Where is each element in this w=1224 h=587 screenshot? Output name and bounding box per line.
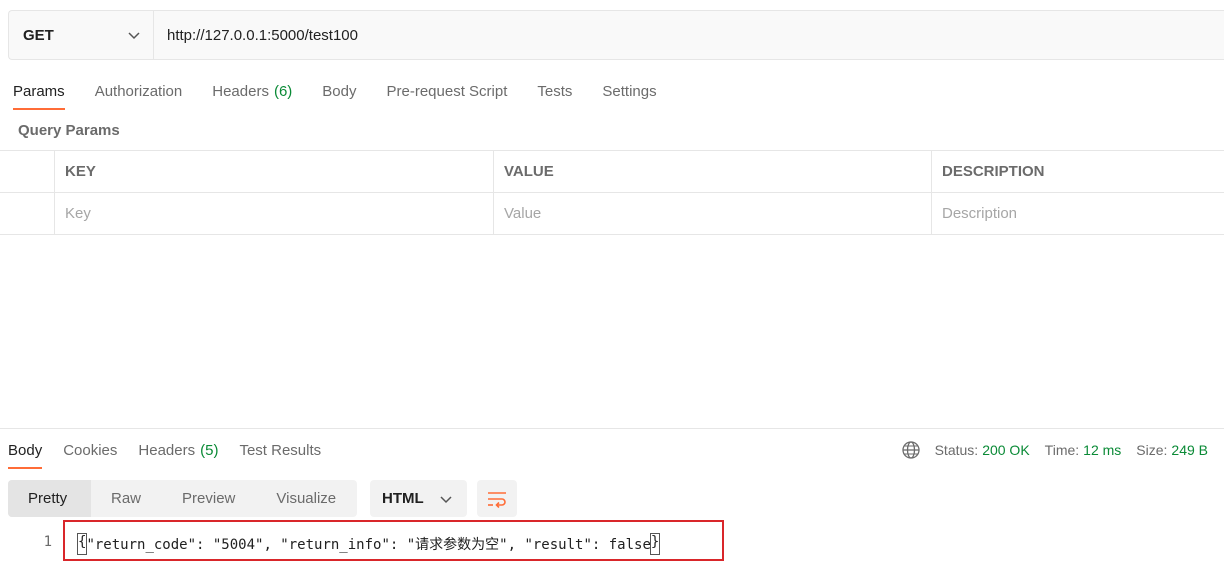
status-value[interactable]: 200 OK — [982, 442, 1029, 458]
tab-label: Body — [8, 441, 43, 459]
format-select[interactable]: HTML — [370, 480, 467, 517]
tab-label: Pre-request Script — [386, 82, 508, 100]
response-status-bar: Status: 200 OK Time: 12 ms Size: 249 B — [901, 440, 1208, 460]
headers-count: (6) — [273, 82, 293, 100]
globe-icon[interactable] — [901, 440, 921, 460]
size-label: Size: — [1136, 442, 1168, 458]
request-url-bar: GET http://127.0.0.1:5000/test100 — [8, 10, 1224, 60]
resp-tab-headers[interactable]: Headers (5) — [138, 431, 218, 469]
tab-tests[interactable]: Tests — [537, 72, 572, 110]
header-key: KEY — [54, 151, 493, 192]
chevron-down-icon — [440, 495, 452, 503]
tab-label: Test Results — [239, 441, 322, 459]
tab-label: Params — [13, 82, 65, 100]
open-brace: { — [76, 533, 88, 555]
tab-pre-request-script[interactable]: Pre-request Script — [387, 72, 508, 110]
wrap-lines-button[interactable] — [477, 480, 517, 517]
view-visualize-button[interactable]: Visualize — [256, 480, 357, 517]
view-raw-button[interactable]: Raw — [91, 480, 162, 517]
tab-label: Tests — [537, 82, 573, 100]
url-input[interactable]: http://127.0.0.1:5000/test100 — [154, 11, 1224, 59]
tab-settings[interactable]: Settings — [602, 72, 656, 110]
tab-authorization[interactable]: Authorization — [95, 72, 183, 110]
wrap-lines-icon — [488, 491, 506, 508]
resp-tab-body[interactable]: Body — [8, 431, 43, 469]
tab-label: Cookies — [63, 441, 118, 459]
tab-headers[interactable]: Headers (6) — [212, 72, 292, 110]
description-input[interactable]: Description — [931, 193, 1224, 234]
tab-label: Settings — [602, 82, 657, 100]
format-label: HTML — [382, 490, 424, 507]
view-pretty-button[interactable]: Pretty — [8, 480, 91, 517]
tab-label: Headers — [138, 441, 196, 459]
tab-label: Body — [322, 82, 357, 100]
query-params-title: Query Params — [18, 122, 120, 139]
method-label: GET — [23, 26, 54, 44]
response-body-editor[interactable]: 1 {"return_code": "5004", "return_info":… — [0, 520, 1224, 561]
code-text: {"return_code": "5004", "return_info": "… — [76, 533, 661, 555]
resp-tab-cookies[interactable]: Cookies — [63, 431, 117, 469]
view-mode-toggle: Pretty Raw Preview Visualize — [8, 480, 358, 517]
key-input[interactable]: Key — [54, 193, 493, 234]
close-brace: } — [649, 533, 661, 555]
tab-params[interactable]: Params — [13, 72, 65, 110]
view-preview-button[interactable]: Preview — [162, 480, 256, 517]
row-checkbox-cell — [0, 193, 54, 234]
status-label: Status: — [934, 442, 979, 458]
header-description: DESCRIPTION — [931, 151, 1224, 192]
resp-tab-test-results[interactable]: Test Results — [239, 431, 321, 469]
table-row: Key Value Description — [0, 193, 1224, 235]
tab-label: Authorization — [94, 82, 183, 100]
time-value[interactable]: 12 ms — [1083, 442, 1121, 458]
response-tabs: Body Cookies Headers (5) Test Results — [8, 431, 342, 469]
request-tabs: Params Authorization Headers (6) Body Pre… — [13, 72, 687, 110]
time-label: Time: — [1044, 442, 1080, 458]
table-header-row: KEY VALUE DESCRIPTION — [0, 151, 1224, 193]
method-select[interactable]: GET — [9, 11, 154, 59]
response-divider[interactable] — [0, 428, 1224, 429]
query-params-table: KEY VALUE DESCRIPTION Key Value Descript… — [0, 150, 1224, 235]
line-number: 1 — [43, 534, 52, 550]
tab-body[interactable]: Body — [322, 72, 356, 110]
code-content: "return_code": "5004", "return_info": "请… — [86, 537, 651, 553]
row-handle-cell — [0, 151, 54, 192]
value-input[interactable]: Value — [493, 193, 931, 234]
chevron-down-icon — [128, 32, 140, 40]
tab-label: Headers — [212, 82, 269, 100]
size-value[interactable]: 249 B — [1171, 442, 1208, 458]
header-value: VALUE — [493, 151, 931, 192]
resp-headers-count: (5) — [200, 441, 219, 459]
